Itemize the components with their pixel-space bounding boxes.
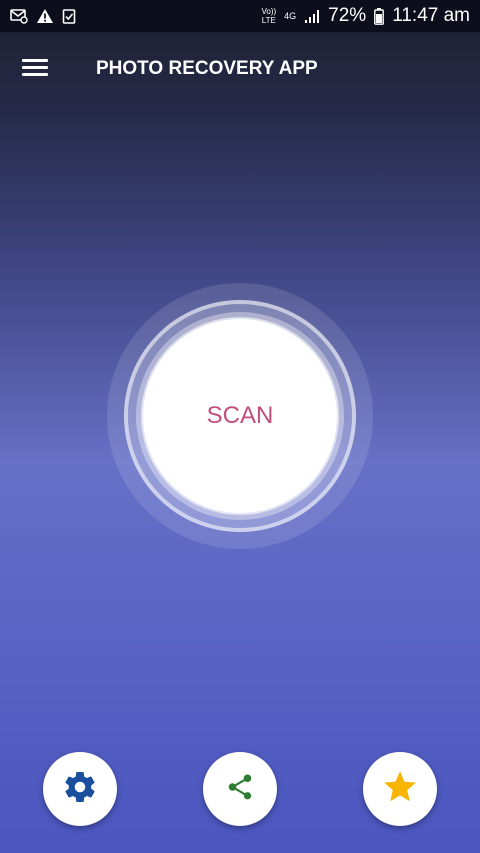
battery-icon [374,7,385,25]
clipboard-check-icon [62,8,76,24]
scan-button[interactable]: SCAN [143,319,337,513]
share-icon [225,772,255,807]
status-bar: Vo)) LTE 4G 72% 11:47 am [0,0,480,32]
status-bar-system: Vo)) LTE 4G 72% 11:47 am [261,5,470,27]
data-type-label: 4G [284,11,297,21]
scan-label: SCAN [206,402,274,429]
gear-icon [62,769,98,810]
star-icon [381,768,419,811]
signal-icon [304,8,320,24]
app-bar: PHOTO RECOVERY APP [0,32,480,106]
mail-icon [10,8,28,24]
battery-percent: 72% [328,5,367,26]
hamburger-menu-icon[interactable] [22,57,50,79]
settings-button[interactable] [43,752,117,826]
page-title: PHOTO RECOVERY APP [96,58,318,79]
rate-button[interactable] [363,752,437,826]
volte-label: Vo)) LTE [261,7,277,25]
status-bar-notifications [10,8,76,24]
share-button[interactable] [203,752,277,826]
warning-icon [36,8,54,24]
clock: 11:47 am [392,5,470,26]
